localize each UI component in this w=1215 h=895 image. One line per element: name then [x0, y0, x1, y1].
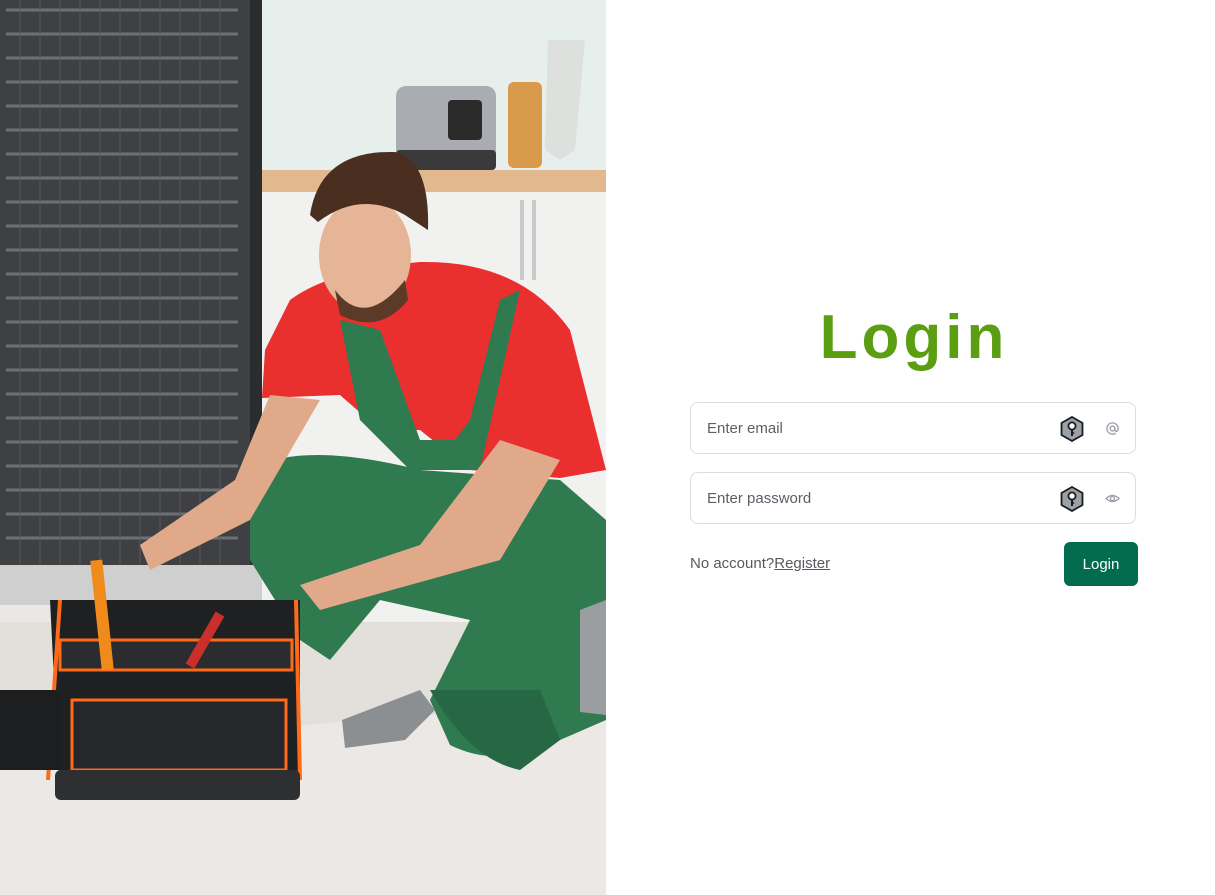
- login-panel: Login Enter email No account?Register Lo…: [606, 0, 1215, 895]
- login-button[interactable]: Login: [1064, 542, 1138, 586]
- key-shield-icon[interactable]: [1060, 485, 1084, 513]
- register-link[interactable]: Register: [774, 555, 830, 572]
- password-input[interactable]: [692, 474, 1042, 522]
- page-title: Login: [819, 303, 1009, 372]
- hero-image: [0, 0, 606, 895]
- password-field[interactable]: [690, 472, 1136, 524]
- eye-icon[interactable]: [1103, 489, 1121, 507]
- key-shield-icon[interactable]: [1060, 415, 1084, 443]
- no-account-text: No account?: [690, 555, 775, 572]
- login-page: Login Enter email No account?Register Lo…: [0, 0, 1215, 895]
- no-account-prompt: No account?Register: [690, 555, 830, 572]
- email-field[interactable]: [690, 402, 1136, 454]
- technician-illustration: [0, 0, 606, 895]
- email-input[interactable]: [692, 404, 1042, 452]
- at-sign-icon: [1103, 419, 1121, 437]
- form-footer: No account?Register Login: [690, 542, 1138, 586]
